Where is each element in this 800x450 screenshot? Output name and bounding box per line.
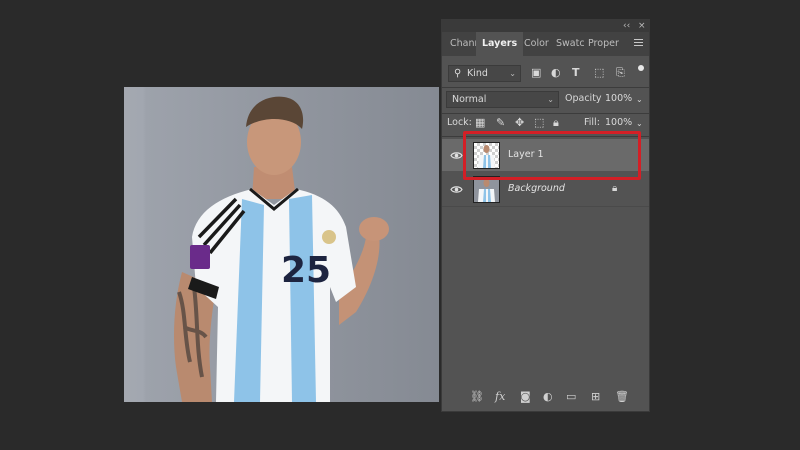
opacity-chevron-icon[interactable]: ⌄ (636, 94, 643, 106)
lock-all-icon[interactable]: 🔒︎ (553, 117, 559, 129)
trash-icon[interactable]: 🗑︎ (615, 390, 629, 404)
lock-transparent-pixels-icon[interactable]: ▦ (475, 117, 485, 129)
search-icon: ⚲ (454, 68, 462, 79)
layer-lock-icon[interactable]: 🔒︎ (612, 183, 617, 195)
filter-pixel-icon[interactable]: ▣ (531, 67, 541, 79)
filter-shape-icon[interactable]: ⬚ (594, 67, 604, 79)
filter-adjustment-icon[interactable]: ◐ (551, 67, 561, 79)
close-panel-icon[interactable]: × (638, 20, 646, 32)
filter-smart-object-icon[interactable]: ⎘ (616, 67, 625, 79)
add-mask-icon[interactable]: ◙ (520, 390, 531, 404)
background-layer-name[interactable]: Background (508, 183, 565, 194)
document-canvas[interactable]: 25 (124, 87, 439, 402)
blend-mode-value: Normal (452, 94, 487, 105)
tab-channels[interactable]: Chann (450, 32, 477, 56)
tab-color[interactable]: Color (524, 32, 549, 56)
link-layers-icon[interactable]: ⛓ (470, 390, 484, 404)
fill-input[interactable]: 100% (602, 115, 635, 132)
layer-highlight-annotation (463, 131, 641, 180)
filter-kind-select[interactable]: ⚲ Kind ⌄ (448, 65, 521, 82)
fill-label: Fill: (584, 117, 600, 128)
new-group-folder-icon[interactable]: ▭ (566, 390, 576, 404)
panel-titlebar: ‹‹ × (442, 20, 649, 32)
fill-chevron-icon[interactable]: ⌄ (636, 118, 643, 130)
opacity-input[interactable]: 100% (602, 91, 635, 108)
player-photo: 25 (174, 96, 389, 402)
visibility-eye-icon[interactable] (450, 183, 463, 196)
opacity-label: Opacity: (565, 93, 605, 104)
layers-bottom-toolbar: ⛓ fx ◙ ◐ ▭ ⊞ 🗑︎ (442, 385, 649, 411)
collapse-panel-icon[interactable]: ‹‹ (623, 20, 630, 32)
filter-kind-value: Kind (467, 68, 488, 79)
jersey-number: 25 (281, 250, 331, 291)
fx-icon[interactable]: fx (495, 390, 505, 404)
new-layer-icon[interactable]: ⊞ (591, 390, 600, 404)
adjustment-layer-icon[interactable]: ◐ (543, 390, 553, 404)
blend-mode-select[interactable]: Normal ⌄ (446, 91, 559, 108)
lock-artboard-icon[interactable]: ⬚ (534, 117, 544, 129)
panel-menu-icon[interactable] (634, 39, 643, 48)
lock-position-icon[interactable]: ✥ (515, 117, 524, 129)
background-thumbnail (473, 176, 500, 203)
lock-image-pixels-icon[interactable]: ✎ (496, 117, 505, 129)
chevron-down-icon: ⌄ (509, 69, 516, 78)
chevron-down-icon: ⌄ (547, 95, 554, 104)
lock-label: Lock: (447, 117, 472, 128)
filter-type-icon[interactable]: T (572, 67, 580, 79)
layers-panel: ‹‹ × Chann Layers Color Swatc Proper ⚲ K… (441, 19, 650, 412)
filter-toggle-icon[interactable] (638, 65, 644, 71)
tab-properties[interactable]: Proper (588, 32, 620, 56)
tab-layers[interactable]: Layers (476, 32, 524, 56)
panel-tabs: Chann Layers Color Swatc Proper (442, 32, 649, 56)
tab-swatches[interactable]: Swatc (556, 32, 584, 56)
visibility-eye-icon[interactable] (450, 149, 463, 162)
